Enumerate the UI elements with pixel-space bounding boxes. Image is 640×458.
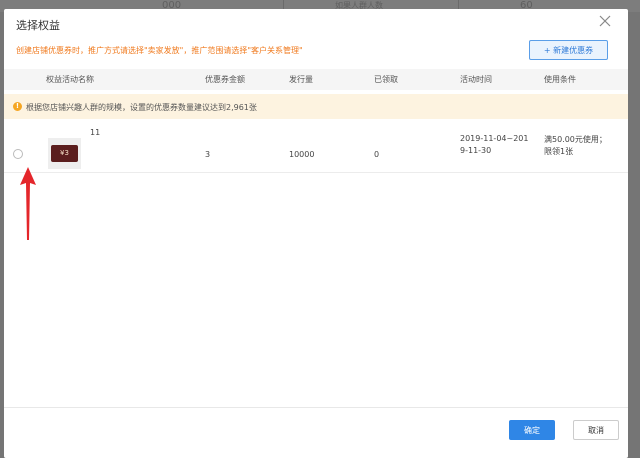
- new-coupon-button[interactable]: + 新建优惠券: [529, 40, 608, 60]
- column-header-claimed: 已领取: [374, 75, 398, 84]
- coupon-amount: 3: [205, 150, 211, 159]
- row-select-radio[interactable]: [13, 149, 23, 159]
- column-header-amount: 优惠券金额: [205, 75, 245, 84]
- close-icon: [599, 15, 611, 27]
- dialog-title: 选择权益: [16, 19, 60, 32]
- notice-text: 创建店铺优惠券时，推广方式请选择"卖家发放"，推广范围请选择"客户关系管理": [16, 46, 303, 55]
- coupon-claimed: 0: [374, 150, 380, 159]
- column-header-time: 活动时间: [460, 75, 492, 84]
- coupon-time-end: 9-11-30: [460, 146, 492, 155]
- table-header: 权益活动名称 优惠券金额 发行量 已领取 活动时间 使用条件: [4, 69, 628, 90]
- coupon-condition-1: 满50.00元使用；: [544, 135, 607, 144]
- tip-text: 根据您店铺兴趣人群的规模，设置的优惠券数量建议达到2,961张: [26, 103, 257, 112]
- red-arrow-annotation: [20, 167, 36, 240]
- confirm-button[interactable]: 确定: [509, 420, 555, 440]
- coupon-condition-2: 限领1张: [544, 147, 574, 156]
- select-benefit-dialog: 选择权益 创建店铺优惠券时，推广方式请选择"卖家发放"，推广范围请选择"客户关系…: [4, 9, 628, 458]
- column-header-condition: 使用条件: [544, 75, 576, 84]
- coupon-time-start: 2019-11-04~201: [460, 134, 529, 143]
- coupon-issued: 10000: [289, 150, 315, 159]
- close-button[interactable]: [595, 11, 615, 31]
- coupon-name: 11: [90, 128, 101, 137]
- cancel-button[interactable]: 取消: [573, 420, 619, 440]
- column-header-issued: 发行量: [289, 75, 313, 84]
- footer-divider: [4, 407, 628, 408]
- warning-icon: !: [13, 102, 22, 111]
- column-header-name: 权益活动名称: [46, 75, 94, 84]
- table-row[interactable]: ¥3 11 3 10000 0 2019-11-04~201 9-11-30 满…: [4, 120, 628, 173]
- suggestion-tip: ! 根据您店铺兴趣人群的规模，设置的优惠券数量建议达到2,961张: [4, 94, 628, 119]
- coupon-face: ¥3: [51, 145, 78, 162]
- coupon-thumbnail: ¥3: [48, 138, 81, 169]
